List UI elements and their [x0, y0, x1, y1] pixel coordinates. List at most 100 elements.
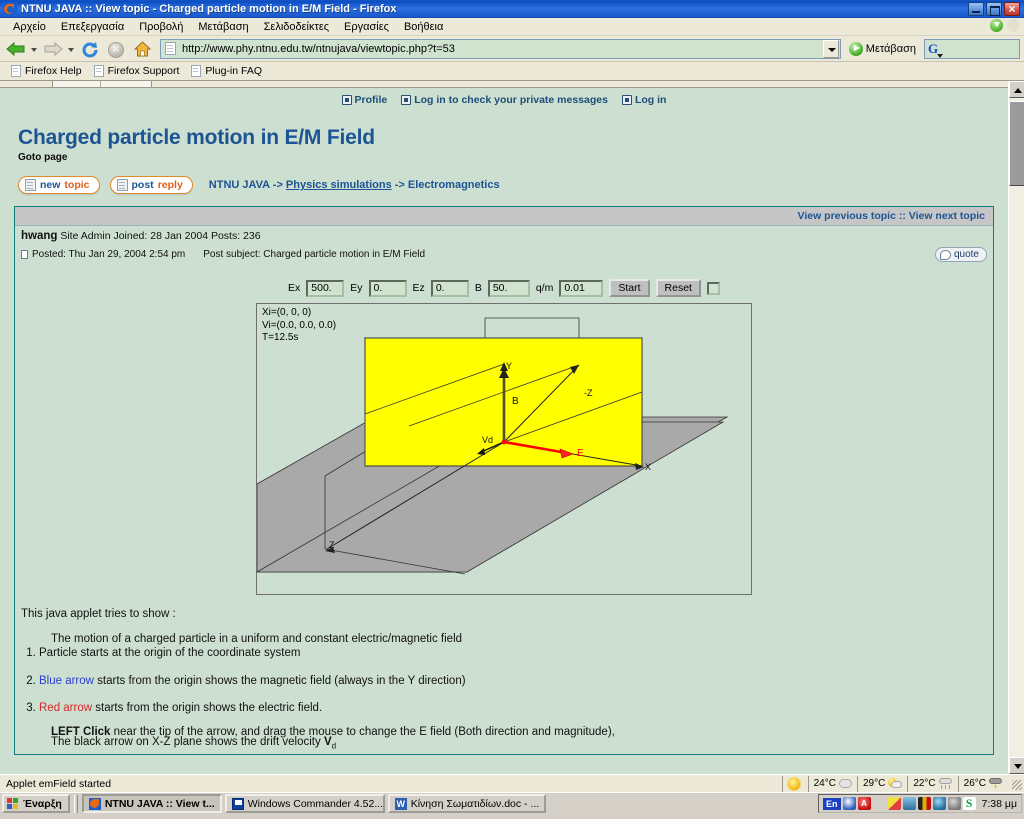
url-history-dropdown[interactable]: [822, 39, 839, 58]
vd-label: Vd: [482, 435, 493, 445]
back-dropdown[interactable]: [30, 37, 39, 61]
menu-item-help[interactable]: Βοήθεια: [397, 20, 451, 34]
post-reply-button[interactable]: post reply: [109, 176, 193, 194]
post-author-name[interactable]: hwang: [21, 230, 57, 242]
scroll-down-button[interactable]: [1009, 757, 1024, 774]
start-button[interactable]: Start: [609, 279, 650, 297]
weather-cell-4[interactable]: 26°C: [957, 775, 1008, 792]
task-windows-commander[interactable]: Windows Commander 4.52...: [224, 794, 385, 813]
tray-globe-icon[interactable]: [842, 797, 856, 810]
language-indicator[interactable]: En: [823, 797, 841, 810]
login-link[interactable]: Log in: [621, 94, 666, 106]
close-button[interactable]: [1004, 2, 1020, 16]
bookmark-icon: [11, 65, 21, 77]
tray-antivirus-icon[interactable]: A: [857, 797, 871, 810]
post-author-meta: Site Admin Joined: 28 Jan 2004 Posts: 23…: [60, 230, 261, 242]
url-bar[interactable]: [160, 38, 841, 59]
go-button[interactable]: Μετάβαση: [845, 41, 920, 56]
bookmark-plugin-faq[interactable]: Plug-in FAQ: [186, 64, 267, 78]
bookmark-firefox-help[interactable]: Firefox Help: [6, 64, 87, 78]
weather-cell-sun[interactable]: [781, 775, 808, 792]
menu-item-bookmarks[interactable]: Σελιδοδείκτες: [257, 20, 337, 34]
ez-input[interactable]: [430, 279, 469, 297]
cloud-icon: [838, 779, 852, 788]
breadcrumb-root[interactable]: NTNU JAVA: [209, 179, 270, 191]
breadcrumb-physics-simulations[interactable]: Physics simulations: [286, 179, 392, 191]
storm-icon: [989, 778, 1003, 789]
breadcrumb-electromagnetics[interactable]: Electromagnetics: [408, 179, 500, 191]
menu-item-tools[interactable]: Εργασίες: [337, 20, 397, 34]
search-bar[interactable]: G: [924, 38, 1024, 59]
applet-canvas[interactable]: Xi=(0, 0, 0) Vi=(0.0, 0.0, 0.0) T=12.5s: [256, 303, 752, 595]
back-button[interactable]: [4, 37, 28, 61]
post-icon: [21, 250, 28, 259]
post-meta-left: Posted: Thu Jan 29, 2004 2:54 pm Post su…: [21, 249, 425, 260]
reload-button[interactable]: [78, 37, 102, 61]
reset-button[interactable]: Reset: [655, 279, 701, 297]
red-arrow-link[interactable]: Red arrow: [39, 702, 92, 714]
ex-input[interactable]: [306, 279, 345, 297]
window-titlebar: NTNU JAVA :: View topic - Charged partic…: [0, 0, 1024, 18]
stop-button[interactable]: [104, 37, 128, 61]
forward-button[interactable]: [41, 37, 65, 61]
qm-input[interactable]: [559, 279, 604, 297]
weather-cell-3[interactable]: 22°C: [907, 775, 957, 792]
maximize-button[interactable]: [986, 2, 1002, 16]
applet-info-overlay: Xi=(0, 0, 0) Vi=(0.0, 0.0, 0.0) T=12.5s: [262, 307, 336, 345]
tray-printer-icon[interactable]: [902, 797, 916, 810]
tray-paint-icon[interactable]: [887, 797, 901, 810]
private-messages-link[interactable]: Log in to check your private messages: [401, 94, 608, 106]
menu-item-view[interactable]: Προβολή: [132, 20, 191, 34]
weather-temp: 22°C: [913, 778, 936, 789]
bookmark-icon: [191, 65, 202, 77]
scrollbar-track[interactable]: [1009, 98, 1024, 757]
go-label: Μετάβαση: [865, 42, 916, 55]
page-title: Charged particle motion in E/M Field: [18, 126, 375, 149]
java-applet: Ex Ey Ez B q/m Start Reset: [15, 265, 993, 595]
weather-cell-2[interactable]: 29°C: [856, 775, 907, 792]
b-input[interactable]: [487, 279, 530, 297]
system-tray: En A S 7:38 μμ: [818, 794, 1022, 813]
menu-item-file[interactable]: Αρχείο: [6, 20, 54, 34]
blue-arrow-link[interactable]: Blue arrow: [39, 675, 94, 687]
commander-icon: [231, 797, 244, 810]
scroll-up-button[interactable]: [1009, 81, 1024, 98]
minimize-button[interactable]: [968, 2, 984, 16]
clock[interactable]: 7:38 μμ: [982, 798, 1017, 810]
task-firefox[interactable]: NTNU JAVA :: View t...: [81, 794, 222, 813]
applet-checkbox[interactable]: [706, 281, 720, 295]
scrollbar-thumb[interactable]: [1009, 101, 1024, 186]
view-previous-topic-link[interactable]: View previous topic: [798, 210, 896, 222]
new-topic-button[interactable]: new topic: [18, 176, 100, 194]
forward-arrow-icon: [43, 41, 63, 56]
desc-para-5-text: The black arrow on X-Z plane shows the d…: [51, 736, 324, 748]
forward-dropdown[interactable]: [67, 37, 76, 61]
envelope-icon: [401, 95, 412, 105]
download-icon[interactable]: [990, 19, 1003, 32]
tray-update-icon[interactable]: [947, 797, 961, 810]
menubar: Αρχείο Επεξεργασία Προβολή Μετάβαση Σελι…: [0, 18, 1024, 36]
weather-cell-1[interactable]: 24°C: [807, 775, 857, 792]
label-b: B: [474, 282, 482, 294]
url-input[interactable]: [180, 40, 823, 57]
page-scrollbar[interactable]: [1008, 81, 1024, 774]
start-button[interactable]: Έναρξη: [2, 794, 70, 813]
menu-item-go[interactable]: Μετάβαση: [191, 20, 256, 34]
tray-sync-icon[interactable]: S: [962, 797, 976, 810]
resize-grip[interactable]: [1008, 776, 1024, 792]
home-button[interactable]: [130, 37, 154, 61]
post-reply-label-b: reply: [157, 179, 183, 191]
tray-flag-icon[interactable]: [917, 797, 931, 810]
weather-temp: 24°C: [813, 778, 836, 789]
view-next-topic-link[interactable]: View next topic: [909, 210, 985, 222]
google-icon[interactable]: G: [928, 41, 944, 58]
bookmark-firefox-support[interactable]: Firefox Support: [89, 64, 185, 78]
menu-item-edit[interactable]: Επεξεργασία: [54, 20, 132, 34]
quote-button[interactable]: quote: [934, 247, 987, 262]
tray-network-icon[interactable]: [932, 797, 946, 810]
profile-link[interactable]: Profile: [341, 94, 387, 106]
tray-volume-icon[interactable]: [872, 797, 886, 810]
search-input[interactable]: [946, 41, 1024, 56]
ey-input[interactable]: [368, 279, 407, 297]
task-word-document[interactable]: W Κίνηση Σωματιδίων.doc - ...: [387, 794, 547, 813]
